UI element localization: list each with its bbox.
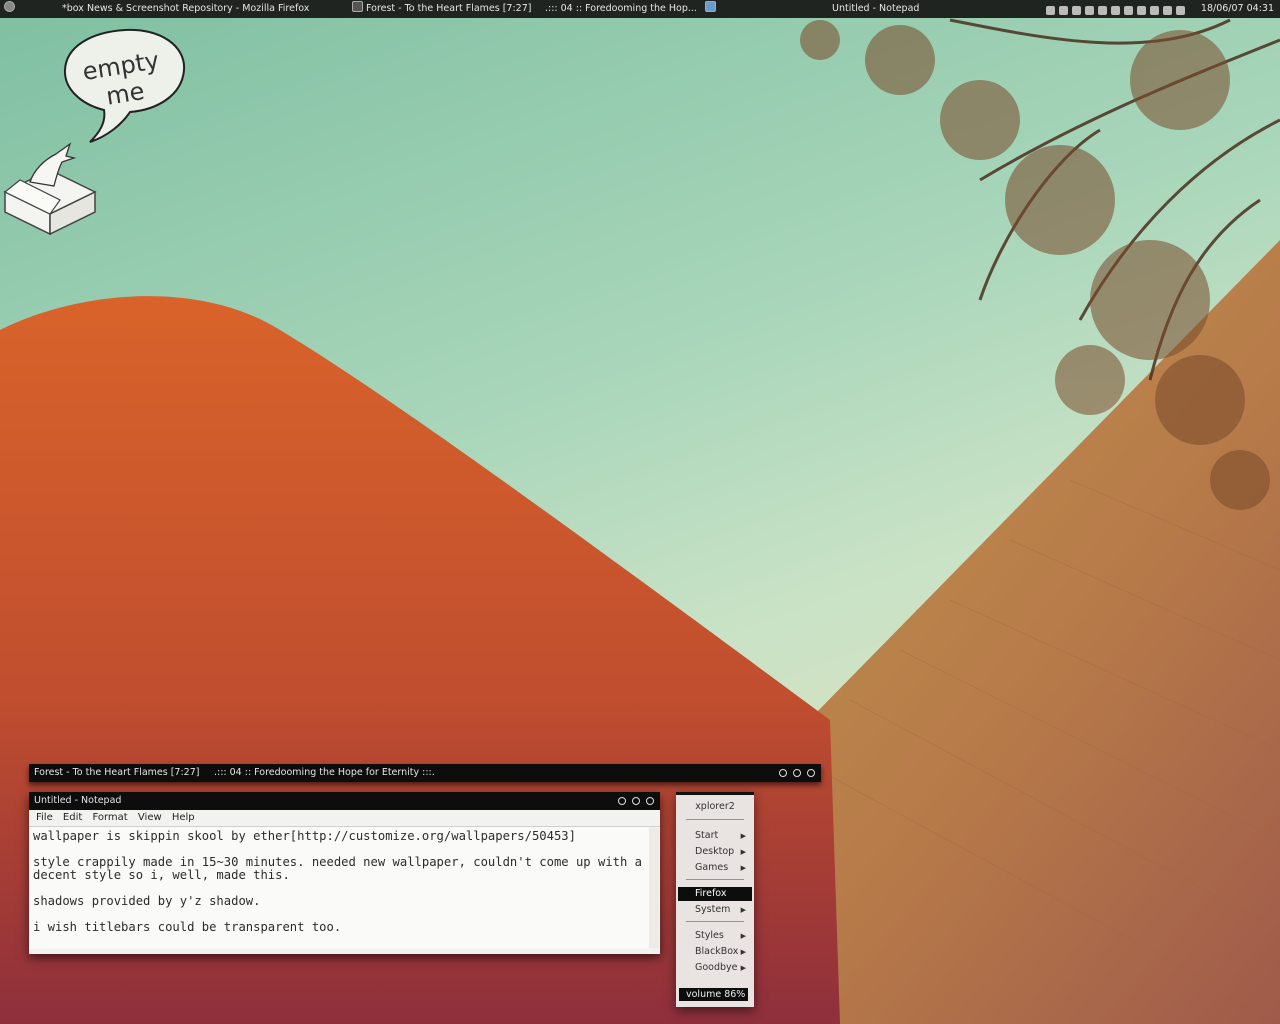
text-line: wallpaper is skippin skool by ether[http… (33, 829, 576, 843)
vertical-scrollbar[interactable] (649, 828, 659, 948)
menu-item-goodbye[interactable]: Goodbye ▶ (678, 961, 752, 975)
menu-item-games[interactable]: Games ▶ (678, 861, 752, 875)
system-tray (1046, 4, 1189, 15)
close-button[interactable] (807, 768, 815, 777)
menu-separator (686, 921, 744, 922)
media-player-window[interactable]: Forest - To the Heart Flames [7:27] .:::… (29, 764, 821, 782)
menu-title: xplorer2 (695, 801, 735, 812)
menu-item-blackbox[interactable]: BlackBox ▶ (678, 945, 752, 959)
task-label: *box News & Screenshot Repository - Mozi… (62, 3, 310, 14)
track-title: Forest - To the Heart Flames [7:27] (34, 767, 200, 778)
tray-icon[interactable] (1072, 6, 1081, 15)
text-line: i wish titlebars could be transparent to… (33, 920, 342, 934)
tray-icon[interactable] (1046, 6, 1055, 15)
minimize-button[interactable] (779, 768, 787, 777)
window-buttons (773, 764, 815, 782)
notepad-window[interactable]: Untitled - Notepad File Edit Format View… (29, 792, 660, 954)
task-label: Forest - To the Heart Flames [7:27] (366, 3, 532, 14)
task-playlist[interactable]: .::: 04 :: Foredooming the Hop... (545, 0, 719, 18)
playlist-title: .::: 04 :: Foredooming the Hope for Eter… (214, 767, 435, 778)
menu-item-label: Styles (695, 930, 724, 941)
menu-item-styles[interactable]: Styles ▶ (678, 929, 752, 943)
maximize-button[interactable] (793, 768, 801, 777)
tray-icon[interactable] (1176, 6, 1185, 15)
clock: 18/06/07 04:31 (1200, 3, 1274, 14)
menu-bar: File Edit Format View Help (29, 810, 660, 827)
menu-item-label: Start (695, 830, 719, 841)
menu-item-label: Desktop (695, 846, 735, 857)
tray-icon[interactable] (1111, 6, 1120, 15)
notepad-titlebar[interactable]: Untitled - Notepad (29, 792, 660, 810)
menu-separator (686, 879, 744, 880)
menu-item-start[interactable]: Start ▶ (678, 829, 752, 843)
tray-icon[interactable] (1059, 6, 1068, 15)
text-editor[interactable]: wallpaper is skippin skool by ether[http… (29, 827, 649, 949)
task-label: Untitled - Notepad (832, 3, 920, 14)
submenu-arrow-icon: ▶ (740, 848, 746, 856)
player-icon (352, 1, 363, 12)
tray-icon[interactable] (1124, 6, 1133, 15)
start-icon[interactable] (4, 0, 18, 18)
volume-indicator[interactable]: volume 86% (679, 988, 748, 1001)
notepad-icon (704, 1, 716, 12)
text-line: shadows provided by y'z shadow. (33, 894, 261, 908)
notepad-title: Untitled - Notepad (34, 795, 122, 806)
menu-item-label: System (695, 904, 731, 915)
blackbox-menu[interactable]: xplorer2 Start ▶ Desktop ▶ Games ▶ Firefox … (676, 792, 754, 1007)
minimize-button[interactable] (618, 796, 626, 805)
window-buttons (612, 792, 654, 810)
text-line: style crappily made in 15~30 minutes. ne… (33, 855, 650, 882)
close-button[interactable] (646, 796, 654, 805)
task-firefox[interactable]: *box News & Screenshot Repository - Mozi… (62, 0, 309, 18)
task-label: .::: 04 :: Foredooming the Hop... (545, 3, 697, 14)
menu-separator (686, 819, 744, 820)
submenu-arrow-icon: ▶ (740, 906, 746, 914)
task-notepad[interactable]: Untitled - Notepad (832, 0, 919, 18)
menu-item-firefox[interactable]: Firefox (678, 887, 752, 901)
menu-item-label: BlackBox (695, 946, 739, 957)
menu-format[interactable]: Format (92, 810, 127, 826)
submenu-arrow-icon: ▶ (740, 932, 746, 940)
menu-file[interactable]: File (36, 810, 53, 826)
wolf-box-icon[interactable] (0, 140, 100, 236)
menu-item-label: Firefox (695, 888, 727, 899)
submenu-arrow-icon: ▶ (740, 864, 746, 872)
taskbar: *box News & Screenshot Repository - Mozi… (0, 0, 1280, 18)
tray-icon[interactable] (1163, 6, 1172, 15)
tray-icon[interactable] (1150, 6, 1159, 15)
submenu-arrow-icon: ▶ (740, 948, 746, 956)
tray-icon[interactable] (1098, 6, 1107, 15)
submenu-arrow-icon: ▶ (740, 832, 746, 840)
tray-icon[interactable] (1085, 6, 1094, 15)
task-foobar[interactable]: Forest - To the Heart Flames [7:27] (352, 0, 531, 18)
menu-edit[interactable]: Edit (63, 810, 82, 826)
menu-view[interactable]: View (138, 810, 162, 826)
menu-item-label: Goodbye (695, 962, 738, 973)
tray-icon[interactable] (1137, 6, 1146, 15)
menu-item-system[interactable]: System ▶ (678, 903, 752, 917)
menu-help[interactable]: Help (172, 810, 195, 826)
submenu-arrow-icon: ▶ (740, 964, 746, 972)
maximize-button[interactable] (632, 796, 640, 805)
menu-item-label: Games (695, 862, 729, 873)
menu-item-desktop[interactable]: Desktop ▶ (678, 845, 752, 859)
